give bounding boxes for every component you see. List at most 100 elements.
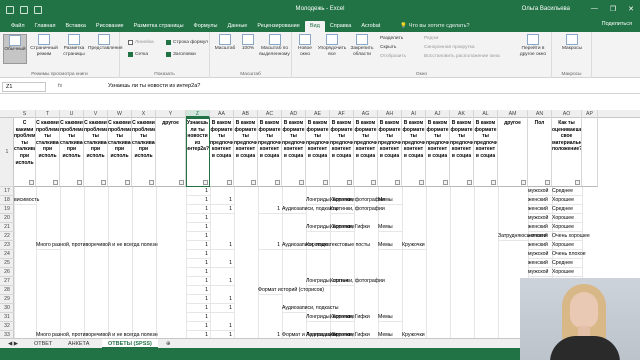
cell-AE33[interactable]: Лонгриды, Короткие [306,331,354,338]
cell-Z26[interactable]: 1 [186,268,210,277]
minimize-button[interactable]: — [591,5,598,13]
cell-AO22[interactable]: Очень хорошее [552,232,590,241]
filter-dropdown-icon[interactable] [443,180,448,185]
tab-5[interactable]: Формулы [189,21,223,32]
cell-AN23[interactable]: женский [528,241,552,250]
column-header-AD[interactable]: AD [282,110,306,118]
tab-2[interactable]: Вставка [60,21,90,32]
filter-dropdown-icon[interactable] [179,180,184,185]
cell-AO18[interactable]: Хорошее [552,196,582,205]
cell-AN20[interactable]: мужской [528,214,552,223]
filter-dropdown-icon[interactable] [275,180,280,185]
header-cell-AG[interactable]: В каком формате ты предпочитаешь контент… [354,118,378,187]
cell-AO17[interactable]: Среднее [552,187,582,196]
cell-AE27[interactable]: Лонгриды, статьи [306,277,348,286]
cell-AO21[interactable]: Хорошее [552,223,582,232]
cell-AH33[interactable]: Мемы [378,331,402,338]
row-header-32[interactable]: 32 [0,322,14,331]
custom-views-button[interactable]: Представления [88,34,123,64]
header-cell-S[interactable]: С какими проблемами ты сталкиваешься при… [14,118,36,187]
formula-input[interactable]: Узнаешь ли ты новости из интер2а? [108,83,200,89]
gridlines-checkbox[interactable]: Сетка [128,52,148,57]
filter-dropdown-icon[interactable] [371,180,376,185]
filter-dropdown-icon[interactable] [53,180,58,185]
zoom-button[interactable]: Масштаб [212,34,238,64]
cell-Z32[interactable]: 1 [186,322,210,331]
cell-AH31[interactable]: Мемы [378,313,402,322]
cell-AN21[interactable]: женский [528,223,552,232]
cell-Z33[interactable]: 1 [186,331,210,338]
column-header-AM[interactable]: AM [498,110,528,118]
user-name[interactable]: Ольга Васильева [522,6,570,12]
close-button[interactable]: ✕ [628,5,634,13]
row-header-27[interactable]: 27 [0,277,14,286]
row-header-20[interactable]: 20 [0,214,14,223]
row-header-23[interactable]: 23 [0,241,14,250]
header-cell-T[interactable]: С какими проблемами ты сталкиваешься при… [36,118,60,187]
cell-S18[interactable]: висимость [14,196,39,205]
cell-T33[interactable]: Много разной, противоречивой и не всегда… [36,331,158,338]
column-header-AO[interactable]: AO [552,110,582,118]
header-cell-AP[interactable] [582,118,598,187]
filter-dropdown-icon[interactable] [467,180,472,185]
share-button[interactable]: Поделиться [602,21,632,27]
header-cell-AM[interactable]: другое [498,118,528,187]
filter-dropdown-icon[interactable] [299,180,304,185]
cell-AD19[interactable]: Аудиозаписи, подкасты [282,205,339,214]
cell-AN22[interactable]: женский [528,232,552,241]
zoom-to-selection-button[interactable]: Масштаб по выделенному [258,34,291,64]
cell-Z23[interactable]: 1 [186,241,210,250]
filter-dropdown-icon[interactable] [545,180,550,185]
column-header-AA[interactable]: AA [210,110,234,118]
freeze-panes-button[interactable]: Закрепить области [348,34,376,64]
column-header-W[interactable]: W [108,110,132,118]
column-header-AB[interactable]: AB [234,110,258,118]
row-header-29[interactable]: 29 [0,295,14,304]
column-header-AF[interactable]: AF [330,110,354,118]
row-header-19[interactable]: 19 [0,205,14,214]
column-header-S[interactable]: S [14,110,36,118]
column-header-AP[interactable]: AP [582,110,598,118]
filter-dropdown-icon[interactable] [125,180,130,185]
page-layout-view-button[interactable]: Разметка страницы [60,34,88,64]
cell-AC28[interactable]: Формат историй (сторисов) [258,286,324,295]
cell-AD33[interactable]: Формат и Аудиозаписи [282,331,337,338]
cell-AD23[interactable]: Аудиозаписи, подка [282,241,330,250]
cell-AN19[interactable]: женский [528,205,552,214]
header-cell-AO[interactable]: Как ты оцениваешь свое материальное поло… [552,118,582,187]
restore-button[interactable]: ❐ [610,5,616,13]
cell-AF19[interactable]: Картинки, фотографии [330,205,385,214]
filter-dropdown-icon[interactable] [521,180,526,185]
cell-AF31[interactable]: Картинки, Гифки [330,313,370,322]
cell-AC19[interactable]: 1 [258,205,282,214]
header-cell-U[interactable]: С какими проблемами ты сталкиваешься при… [60,118,84,187]
cell-AO24[interactable]: Очень плохое [552,250,586,259]
reset-window-button[interactable]: Восстановить расположение окна [424,54,500,59]
column-header-AK[interactable]: AK [450,110,474,118]
column-header-U[interactable]: U [60,110,84,118]
cell-AE21[interactable]: Лонгриды, Короткие [306,223,354,232]
header-cell-Y[interactable]: другое [156,118,186,187]
column-header-Y[interactable]: Y [156,110,186,118]
cell-AN26[interactable]: мужской [528,268,552,277]
row-header-31[interactable]: 31 [0,313,14,322]
row-header-17[interactable]: 17 [0,187,14,196]
header-cell-W[interactable]: С какими проблемами ты сталкиваешься при… [108,118,132,187]
tab-1[interactable]: Главная [30,21,61,32]
cell-AH18[interactable]: Мемы [378,196,402,205]
filter-dropdown-icon[interactable] [77,180,82,185]
tab-0[interactable]: Файл [6,21,30,32]
normal-view-button[interactable]: Обычный [3,34,27,64]
fx-icon[interactable]: fx [58,83,62,89]
row-header-33[interactable]: 33 [0,331,14,338]
row-header-26[interactable]: 26 [0,268,14,277]
cell-Z25[interactable]: 1 [186,259,210,268]
column-header-AG[interactable]: AG [354,110,378,118]
column-header-AH[interactable]: AH [378,110,402,118]
header-cell-AA[interactable]: В каком формате ты предпочитаешь контент… [210,118,234,187]
sync-scroll-button[interactable]: Синхронная прокрутка [424,45,475,50]
header-cell-AC[interactable]: В каком формате ты предпочитаешь контент… [258,118,282,187]
cell-AH21[interactable]: Мемы [378,223,402,232]
cell-AE18[interactable]: Лонгриды, Короткие [306,196,354,205]
header-cell-X[interactable]: С какими проблемами ты сталкиваешься при… [132,118,156,187]
